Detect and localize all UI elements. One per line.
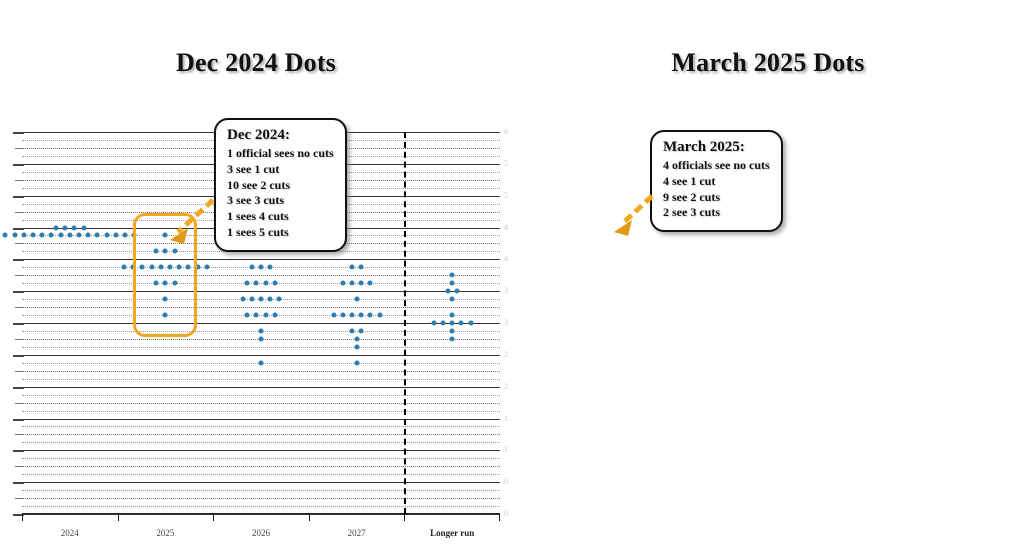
dot-plot-figure: Dec 2024 Dots 6 5 5 4 4 3 3 2 2 1 1 0 0 2024 2025 2026 2… — [0, 0, 1024, 549]
callout-arrow-march-2025 — [614, 194, 654, 236]
